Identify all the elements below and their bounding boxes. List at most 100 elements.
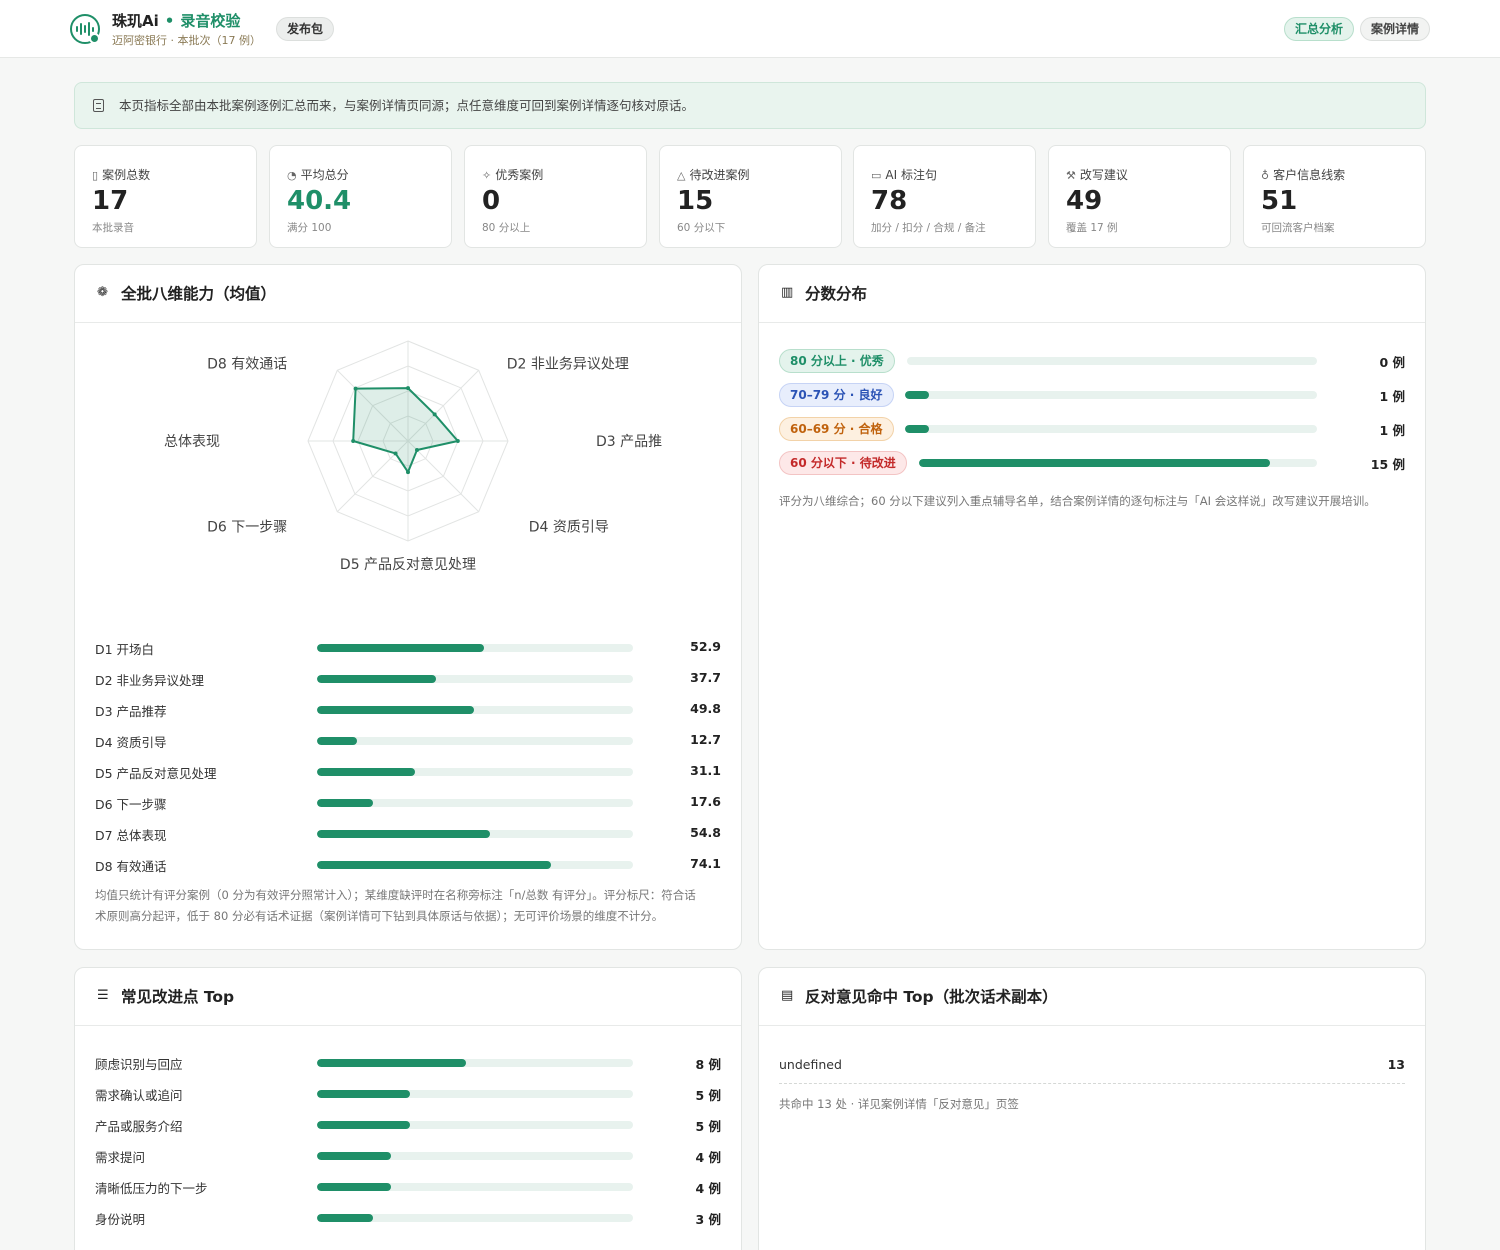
stat-value: 49 bbox=[1066, 186, 1103, 216]
score-bucket-track bbox=[919, 459, 1317, 467]
radar-point bbox=[406, 470, 410, 475]
app-brand: 珠玑Ai • 录音校验 bbox=[112, 12, 241, 30]
gauge-icon: ◔ bbox=[287, 169, 297, 182]
radar-point bbox=[351, 439, 356, 443]
stat-value: 15 bbox=[677, 186, 714, 216]
improvement-fill bbox=[317, 1183, 392, 1191]
improvement-row[interactable]: 产品或服务介绍 5 例 bbox=[95, 1114, 721, 1134]
improvement-row[interactable]: 身份说明 3 例 bbox=[95, 1207, 721, 1227]
view-tabs: 汇总分析 案例详情 bbox=[1283, 17, 1430, 41]
dimension-value: 74.1 bbox=[690, 856, 721, 871]
improvement-name: 需求提问 bbox=[95, 1150, 146, 1165]
stat-label: ♁ 客户信息线索 bbox=[1261, 168, 1346, 182]
module-name: 录音校验 bbox=[180, 12, 241, 30]
dimension-row[interactable]: D4 资质引导 12.7 bbox=[95, 730, 721, 750]
stat-sub: 可回流客户档案 bbox=[1261, 222, 1335, 234]
radar-note: 均值只统计有评分案例（0 分为有效评分照常计入）；某维度缺评时在名称旁标注「n/… bbox=[95, 888, 696, 923]
stat-sub: 覆盖 17 例 bbox=[1066, 222, 1118, 234]
stat-value: 78 bbox=[871, 186, 908, 216]
dimension-fill bbox=[317, 644, 485, 652]
improvement-row[interactable]: 清晰低压力的下一步 4 例 bbox=[95, 1176, 721, 1196]
improvement-count: 8 例 bbox=[695, 1057, 721, 1072]
radar-axis-label: D5 产品反对意见处理 bbox=[340, 556, 476, 573]
radar-series-polygon bbox=[352, 387, 459, 474]
dimension-value: 31.1 bbox=[690, 763, 721, 778]
improvement-fill bbox=[317, 1090, 410, 1098]
improvement-track bbox=[317, 1183, 633, 1191]
radar-chart: D1 开场白D2 非业务异议处理D3 产品推D4 资质引导D5 产品反对意见处理… bbox=[164, 340, 662, 573]
dimension-fill bbox=[317, 675, 437, 683]
dimension-row[interactable]: D7 总体表现 54.8 bbox=[95, 823, 721, 843]
improvement-count: 5 例 bbox=[695, 1119, 721, 1134]
stat-card: ⚒ 改写建议 49 覆盖 17 例 bbox=[1048, 145, 1231, 248]
radar-axis-label: 总体表现 bbox=[164, 434, 220, 450]
score-bucket-row[interactable]: 70–79 分 · 良好 1 例 bbox=[779, 383, 1405, 407]
dimension-row[interactable]: D2 非业务异议处理 37.7 bbox=[95, 668, 721, 688]
batch-info: 迈阿密银行 · 本批次（17 例） bbox=[112, 34, 261, 47]
stat-sub: 加分 / 扣分 / 合规 / 备注 bbox=[871, 222, 986, 234]
improvement-row[interactable]: 需求提问 4 例 bbox=[95, 1145, 721, 1165]
dimension-row[interactable]: D3 产品推荐 49.8 bbox=[95, 699, 721, 719]
dimension-row[interactable]: D6 下一步骤 17.6 bbox=[95, 792, 721, 812]
stat-sub: 80 分以上 bbox=[482, 222, 531, 234]
objection-card-header: ▤ 反对意见命中 Top（批次话术副本） bbox=[759, 968, 1425, 1026]
dimension-fill bbox=[317, 706, 475, 714]
dimension-row[interactable]: D5 产品反对意见处理 31.1 bbox=[95, 761, 721, 781]
improvement-track bbox=[317, 1121, 633, 1129]
tab-summary[interactable]: 汇总分析 bbox=[1283, 17, 1354, 41]
radar-icon: ❁ bbox=[97, 285, 108, 300]
dimension-name: D4 资质引导 bbox=[95, 735, 167, 750]
score-bucket-row[interactable]: 60 分以下 · 待改进 15 例 bbox=[779, 451, 1405, 475]
improvement-name: 顾虑识别与回应 bbox=[95, 1057, 183, 1072]
dimension-track bbox=[317, 768, 633, 776]
dimension-track bbox=[317, 675, 633, 683]
radar-card: ❁ 全批八维能力（均值） D1 开场白 D2 非业务异议处理 D3 产品推 D4 资质… bbox=[74, 264, 742, 950]
score-bucket-count: 1 例 bbox=[1379, 423, 1405, 438]
dimension-fill bbox=[317, 830, 491, 838]
improvement-count: 3 例 bbox=[695, 1212, 721, 1227]
radar-card-header: ❁ 全批八维能力（均值） bbox=[75, 265, 741, 323]
score-bucket-tag: 80 分以上 · 优秀 bbox=[779, 349, 895, 373]
sparkle-icon: ✧ bbox=[482, 169, 492, 182]
improvement-name: 产品或服务介绍 bbox=[95, 1119, 183, 1134]
distribution-card-header: ▥ 分数分布 bbox=[759, 265, 1425, 323]
dimension-name: D5 产品反对意见处理 bbox=[95, 766, 217, 781]
radar-point bbox=[406, 386, 410, 391]
score-bucket-tag: 70–79 分 · 良好 bbox=[779, 383, 894, 407]
stat-card: ◔ 平均总分 40.4 满分 100 bbox=[269, 145, 452, 248]
score-bucket-row[interactable]: 60–69 分 · 合格 1 例 bbox=[779, 417, 1405, 441]
dimension-track bbox=[317, 737, 633, 745]
dimension-value: 12.7 bbox=[690, 732, 721, 747]
stat-label: ▭ AI 标注句 bbox=[871, 168, 937, 182]
improvement-card-header: ☰ 常见改进点 Top bbox=[75, 968, 741, 1026]
dimension-fill bbox=[317, 768, 416, 776]
stat-sub: 60 分以下 bbox=[677, 222, 726, 234]
dimension-name: D8 有效通话 bbox=[95, 859, 167, 874]
dimension-row[interactable]: D8 有效通话 74.1 bbox=[95, 854, 721, 874]
improvement-track bbox=[317, 1152, 633, 1160]
stat-value: 40.4 bbox=[287, 186, 352, 216]
radar-point bbox=[393, 451, 398, 456]
improvement-track bbox=[317, 1214, 633, 1222]
improvement-row[interactable]: 需求确认或追问 5 例 bbox=[95, 1083, 721, 1103]
score-bucket-tag: 60–69 分 · 合格 bbox=[779, 417, 894, 441]
stat-sub: 本批录音 bbox=[92, 222, 134, 234]
info-notice: 本页指标全部由本批案例逐例汇总而来，与案例详情页同源；点任意维度可回到案例详情逐… bbox=[74, 82, 1426, 129]
score-bucket-tag: 60 分以下 · 待改进 bbox=[779, 451, 907, 475]
dimension-track bbox=[317, 706, 633, 714]
tab-case-detail[interactable]: 案例详情 bbox=[1359, 17, 1430, 41]
dimension-value: 37.7 bbox=[690, 670, 721, 685]
score-bucket-row[interactable]: 80 分以上 · 优秀 0 例 bbox=[779, 349, 1405, 373]
dimension-track bbox=[317, 644, 633, 652]
publish-button[interactable]: 发布包 bbox=[276, 17, 335, 41]
dimension-name: D6 下一步骤 bbox=[95, 797, 167, 812]
improvement-row[interactable]: 顾虑识别与回应 8 例 bbox=[95, 1052, 721, 1072]
dimension-row[interactable]: D1 开场白 52.9 bbox=[95, 637, 721, 657]
stat-label: ✧ 优秀案例 bbox=[482, 168, 544, 182]
dimension-name: D1 开场白 bbox=[95, 642, 155, 657]
score-bucket-fill bbox=[919, 459, 1271, 467]
improvement-count: 5 例 bbox=[695, 1088, 721, 1103]
dimension-value: 52.9 bbox=[690, 639, 721, 654]
objection-row[interactable]: undefined 13 bbox=[779, 1054, 1405, 1084]
score-bucket-fill bbox=[905, 391, 930, 399]
